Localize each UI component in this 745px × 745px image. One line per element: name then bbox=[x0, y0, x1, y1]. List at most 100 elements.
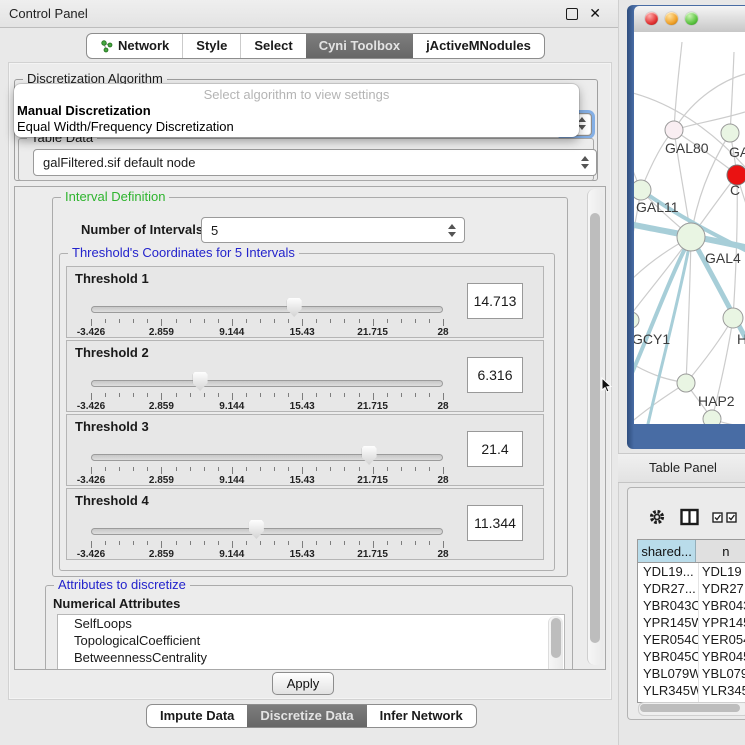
slider-thumb[interactable] bbox=[287, 298, 302, 317]
network-edge[interactable] bbox=[674, 42, 682, 130]
cell-name[interactable]: YDL19 bbox=[699, 563, 745, 580]
tab-impute-data[interactable]: Impute Data bbox=[147, 705, 248, 727]
checked-checkbox-icon[interactable] bbox=[726, 512, 737, 523]
table-row[interactable]: YBL079WYBL079W bbox=[638, 665, 745, 682]
slider-track[interactable] bbox=[91, 380, 443, 387]
cell-name[interactable]: YBR043C bbox=[699, 597, 745, 614]
tab-infer-network[interactable]: Infer Network bbox=[367, 705, 476, 727]
cell-shared-name[interactable]: YPR145W bbox=[638, 614, 699, 631]
node-gal4[interactable] bbox=[677, 223, 705, 251]
slider-track[interactable] bbox=[91, 306, 443, 313]
slider-tick-label: 21.715 bbox=[357, 327, 388, 338]
slider-tick bbox=[218, 467, 219, 471]
pane-vertical-scrollbar[interactable] bbox=[587, 189, 603, 665]
cell-name[interactable]: YBL079W bbox=[699, 665, 745, 682]
attribute-list-item[interactable]: TopologicalCoefficient bbox=[58, 632, 564, 649]
node-partial[interactable] bbox=[703, 410, 721, 424]
cell-name[interactable]: YDR27 bbox=[699, 580, 745, 597]
threshold-value-field[interactable]: 6.316 bbox=[467, 357, 523, 393]
slider-thumb[interactable] bbox=[362, 446, 377, 465]
control-panel-titlebar: Control Panel ✕ bbox=[0, 0, 618, 28]
table-row[interactable]: YLR345WYLR345W bbox=[638, 682, 745, 699]
cell-name[interactable]: YBR045C bbox=[699, 648, 745, 665]
network-edge[interactable] bbox=[730, 52, 734, 133]
table-row[interactable]: YPR145WYPR145W bbox=[638, 614, 745, 631]
slider-tick-label: 15.43 bbox=[290, 549, 315, 560]
menu-item-manual-discretization[interactable]: Manual Discretization bbox=[17, 103, 151, 118]
table-rows: YDL19...YDL19YDR27...YDR27YBR043CYBR043C… bbox=[638, 563, 745, 703]
table-row[interactable]: YDL19...YDL19 bbox=[638, 563, 745, 580]
tab-style[interactable]: Style bbox=[183, 34, 241, 58]
node-gal7[interactable] bbox=[721, 124, 739, 142]
table-header-row: shared... n bbox=[638, 540, 745, 563]
slider-tick bbox=[232, 541, 233, 548]
minimize-traffic-light[interactable] bbox=[665, 12, 678, 25]
slider-tick-label: 28 bbox=[437, 327, 448, 338]
slider-track[interactable] bbox=[91, 454, 443, 461]
tab-discretize-data[interactable]: Discretize Data bbox=[247, 705, 366, 727]
table-row[interactable]: YBR043CYBR043C bbox=[638, 597, 745, 614]
node-gcy1[interactable] bbox=[634, 312, 639, 328]
network-edge[interactable] bbox=[686, 318, 733, 383]
numerical-attributes-list[interactable]: SelfLoopsTopologicalCoefficientBetweenne… bbox=[57, 614, 565, 670]
node-gal11[interactable] bbox=[634, 180, 651, 200]
slider-thumb[interactable] bbox=[193, 372, 208, 391]
cell-shared-name[interactable]: YBL079W bbox=[638, 665, 699, 682]
interval-definition-group: Interval Definition Number of Intervals … bbox=[52, 197, 568, 577]
table-data-combobox[interactable]: galFiltered.sif default node bbox=[33, 149, 597, 176]
zoom-traffic-light[interactable] bbox=[685, 12, 698, 25]
checked-checkbox-icon[interactable] bbox=[712, 512, 723, 523]
split-columns-icon[interactable] bbox=[680, 508, 699, 526]
table-row[interactable]: YER054CYER054C bbox=[638, 631, 745, 648]
float-window-icon[interactable] bbox=[566, 8, 578, 20]
node-label: C bbox=[730, 182, 740, 198]
column-header-shared-name[interactable]: shared... bbox=[638, 540, 696, 562]
table-horizontal-scrollbar[interactable] bbox=[638, 702, 745, 716]
slider-track[interactable] bbox=[91, 528, 443, 535]
column-header-name[interactable]: n bbox=[696, 540, 745, 562]
network-window-titlebar[interactable] bbox=[634, 6, 745, 33]
cell-shared-name[interactable]: YDL19... bbox=[638, 563, 699, 580]
slider-thumb[interactable] bbox=[249, 520, 264, 539]
cell-shared-name[interactable]: YER054C bbox=[638, 631, 699, 648]
tab-jactivemnodules[interactable]: jActiveMNodules bbox=[413, 34, 544, 58]
slider-tick bbox=[316, 467, 317, 471]
close-traffic-light[interactable] bbox=[645, 12, 658, 25]
slider-tick bbox=[330, 319, 331, 323]
network-canvas[interactable]: GAL80GACGAL11GAL4GCY1HHAP2 bbox=[634, 32, 745, 424]
threshold-value-field[interactable]: 14.713 bbox=[467, 283, 523, 319]
attribute-list-item[interactable]: SelfLoops bbox=[58, 615, 564, 632]
node-gal80[interactable] bbox=[665, 121, 683, 139]
cell-shared-name[interactable]: YDR27... bbox=[638, 580, 699, 597]
gear-icon[interactable] bbox=[648, 508, 666, 526]
node-hap2[interactable] bbox=[677, 374, 695, 392]
network-edge[interactable] bbox=[634, 383, 686, 424]
scrollbar-thumb[interactable] bbox=[590, 213, 600, 643]
cell-shared-name[interactable]: YLR345W bbox=[638, 682, 699, 699]
attributes-scrollbar[interactable] bbox=[548, 616, 563, 670]
tab-network[interactable]: Network bbox=[87, 34, 183, 58]
cell-name[interactable]: YER054C bbox=[699, 631, 745, 648]
threshold-value-field[interactable]: 11.344 bbox=[467, 505, 523, 541]
close-icon[interactable]: ✕ bbox=[589, 5, 601, 22]
menu-item-equal-width-frequency[interactable]: Equal Width/Frequency Discretization bbox=[17, 119, 234, 134]
node-attribute-table: shared... n YDL19...YDL19YDR27...YDR27YB… bbox=[637, 539, 745, 703]
cell-shared-name[interactable]: YBR045C bbox=[638, 648, 699, 665]
cell-name[interactable]: YPR145W bbox=[699, 614, 745, 631]
attribute-list-item[interactable]: BetweennessCentrality bbox=[58, 649, 564, 666]
tab-select[interactable]: Select bbox=[241, 34, 306, 58]
scrollbar-thumb[interactable] bbox=[551, 618, 561, 658]
apply-button[interactable]: Apply bbox=[272, 672, 334, 695]
slider-tick bbox=[218, 393, 219, 397]
node-h[interactable] bbox=[723, 308, 743, 328]
cell-name[interactable]: YLR345W bbox=[699, 682, 745, 699]
slider-tick bbox=[373, 541, 374, 548]
tab-cyni-toolbox[interactable]: Cyni Toolbox bbox=[306, 34, 413, 58]
scrollbar-thumb[interactable] bbox=[640, 704, 740, 712]
threshold-value-field[interactable]: 21.4 bbox=[467, 431, 523, 467]
table-row[interactable]: YBR045CYBR045C bbox=[638, 648, 745, 665]
slider-tick bbox=[330, 467, 331, 471]
number-of-intervals-combobox[interactable]: 5 bbox=[201, 217, 465, 243]
table-row[interactable]: YDR27...YDR27 bbox=[638, 580, 745, 597]
cell-shared-name[interactable]: YBR043C bbox=[638, 597, 699, 614]
